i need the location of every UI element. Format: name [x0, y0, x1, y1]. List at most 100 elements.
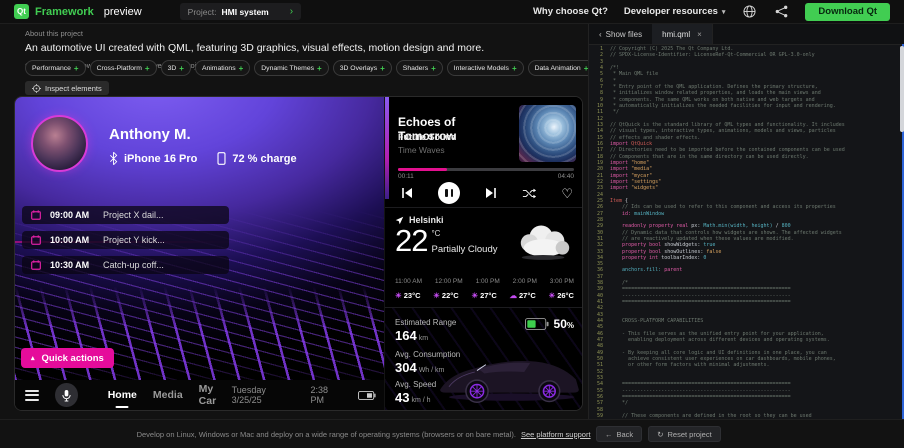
- tag-label: Data Animation: [535, 65, 581, 72]
- tag-label: Dynamic Themes: [261, 65, 314, 72]
- next-track-icon[interactable]: [485, 187, 497, 199]
- tag-performance[interactable]: Performance+: [25, 60, 86, 76]
- tag-label: Cross-Platform: [97, 65, 142, 72]
- brand-framework: Framework: [35, 6, 94, 18]
- weather-current: 22 °C Partially Cloudy: [395, 225, 497, 256]
- schedule-item[interactable]: 10:00 AM Project Y kick...: [22, 231, 229, 249]
- reset-project-button[interactable]: ↻ Reset project: [648, 426, 720, 442]
- microphone-button[interactable]: [55, 383, 78, 407]
- track-artist: Future Sound: [398, 132, 457, 142]
- inspect-elements-label: Inspect elements: [45, 84, 102, 93]
- tag-data-animation[interactable]: Data Animation+: [528, 60, 596, 76]
- tag-label: Animations: [202, 65, 236, 72]
- back-button[interactable]: ← Back: [596, 426, 642, 442]
- nav-my-car[interactable]: My Car: [199, 383, 232, 407]
- quick-actions-label: Quick actions: [42, 353, 104, 364]
- weather-condition-icon: ☀: [395, 292, 402, 300]
- tag-cross-platform[interactable]: Cross-Platform+: [90, 60, 157, 76]
- show-files-label: Show files: [606, 30, 642, 39]
- device-group: iPhone 16 Pro: [109, 152, 197, 165]
- weather-condition-icon: ☀: [433, 292, 440, 300]
- forecast-hour: 3:00 PM: [550, 278, 574, 285]
- schedule-title: Project X dail...: [103, 210, 164, 220]
- car-battery-icon[interactable]: [358, 391, 376, 400]
- forecast-cell: ☀23°C: [395, 291, 421, 300]
- shuffle-icon[interactable]: [522, 188, 536, 199]
- schedule-time: 10:30 AM: [50, 260, 94, 270]
- favorite-heart-icon[interactable]: ♡: [561, 187, 573, 200]
- project-selector[interactable]: Project: HMI system ›: [180, 3, 301, 20]
- menu-icon[interactable]: [25, 390, 39, 401]
- car-battery-value: 50: [554, 317, 567, 331]
- nav-media[interactable]: Media: [153, 389, 183, 401]
- nav-home[interactable]: Home: [108, 389, 137, 401]
- weather-condition-icon: ☁: [510, 292, 518, 300]
- quick-actions-button[interactable]: ▴ Quick actions: [21, 348, 114, 368]
- hmi-widgets-column: Echoes of Tomorrow Future Sound Time Wav…: [384, 97, 582, 410]
- speed-block: Avg. Speed 43km / h: [395, 380, 436, 405]
- battery-charge: 72 % charge: [232, 153, 296, 165]
- editor-scrollbar[interactable]: [900, 46, 904, 132]
- speed-value: 43: [395, 390, 409, 405]
- tab-hmi-qml[interactable]: hmi.qml ×: [652, 24, 713, 44]
- profile-device-row: iPhone 16 Pro 72 % charge: [109, 152, 297, 165]
- platform-note: Develop on Linux, Windows or Mac and dep…: [0, 430, 588, 439]
- range-label: Estimated Range: [395, 318, 456, 327]
- close-icon[interactable]: ×: [697, 30, 702, 39]
- forecast-hours: 11:00 AM 12:00 PM 1:00 PM 2:00 PM 3:00 P…: [395, 278, 574, 285]
- player-progress-fill: [398, 168, 447, 171]
- hmi-home-screen: Anthony M. iPhone 16 Pro 72 % charge 09:…: [15, 97, 386, 410]
- plus-icon: +: [74, 64, 79, 73]
- tag-label: 3D: [168, 65, 177, 72]
- forecast-cell: ☀26°C: [548, 291, 574, 300]
- plus-icon: +: [380, 64, 385, 73]
- range-block: Estimated Range 164km: [395, 318, 456, 343]
- schedule-item[interactable]: 09:00 AM Project X dail...: [22, 206, 229, 224]
- car-battery-unit: %: [567, 321, 574, 330]
- schedule-time: 09:00 AM: [50, 210, 94, 220]
- car-stats-widget[interactable]: Estimated Range 164km 50% Avg. Consumpti…: [385, 307, 582, 410]
- topbar-actions: Why choose Qt? Developer resources ▾ Dow…: [533, 3, 890, 21]
- nav-time: 2:38 PM: [310, 385, 342, 405]
- player-progress-bar[interactable]: [398, 168, 574, 171]
- code-editor-panel: ‹ Show files hmi.qml × 1// Copyright (C)…: [588, 24, 904, 420]
- forecast-cell: ☀27°C: [471, 291, 497, 300]
- crosshair-icon: [32, 84, 41, 93]
- why-choose-qt-label: Why choose Qt?: [533, 6, 608, 17]
- forecast-temp: 27°C: [480, 291, 497, 300]
- previous-track-icon[interactable]: [401, 187, 413, 199]
- avatar[interactable]: [31, 115, 88, 172]
- code-area[interactable]: 1// Copyright (C) 2025 The Qt Company Lt…: [589, 44, 899, 420]
- download-qt-button[interactable]: Download Qt: [805, 3, 890, 21]
- forecast-cell: ☁27°C: [510, 291, 536, 300]
- speed-label: Avg. Speed: [395, 380, 436, 389]
- weather-widget[interactable]: Helsinki 22 °C Partially Cloudy 11:00 AM…: [385, 207, 582, 307]
- tag-animations[interactable]: Animations+: [195, 60, 250, 76]
- back-arrow-icon: ←: [605, 430, 613, 439]
- schedule-item[interactable]: 10:30 AM Catch-up coff...: [22, 256, 229, 274]
- inspect-elements-button[interactable]: Inspect elements: [25, 81, 109, 95]
- weather-unit: °C: [431, 229, 497, 238]
- plus-icon: +: [179, 64, 184, 73]
- tag-label: 3D Overlays: [340, 65, 377, 72]
- mic-icon: [61, 389, 72, 402]
- brand-preview: preview: [104, 6, 142, 18]
- globe-icon[interactable]: [741, 4, 757, 20]
- platform-support-link[interactable]: See platform support: [521, 430, 591, 439]
- project-description: An automotive UI created with QML, featu…: [25, 42, 484, 54]
- profile-name: Anthony M.: [109, 126, 191, 143]
- pause-button[interactable]: [438, 182, 460, 204]
- tag-shaders[interactable]: Shaders+: [396, 60, 443, 76]
- tag-3d-overlays[interactable]: 3D Overlays+: [333, 60, 392, 76]
- player-times: 00:11 04:40: [398, 173, 574, 180]
- footer-bar: Develop on Linux, Windows or Mac and dep…: [0, 419, 904, 448]
- share-icon[interactable]: [773, 4, 789, 20]
- tag-3d[interactable]: 3D+: [161, 60, 191, 76]
- tag-interactive-models[interactable]: Interactive Models+: [447, 60, 524, 76]
- tag-dynamic-themes[interactable]: Dynamic Themes+: [254, 60, 328, 76]
- show-files-button[interactable]: ‹ Show files: [599, 30, 642, 39]
- plus-icon: +: [317, 64, 322, 73]
- plus-icon: +: [239, 64, 244, 73]
- why-choose-qt-link[interactable]: Why choose Qt?: [533, 6, 608, 17]
- developer-resources-menu[interactable]: Developer resources ▾: [624, 6, 726, 17]
